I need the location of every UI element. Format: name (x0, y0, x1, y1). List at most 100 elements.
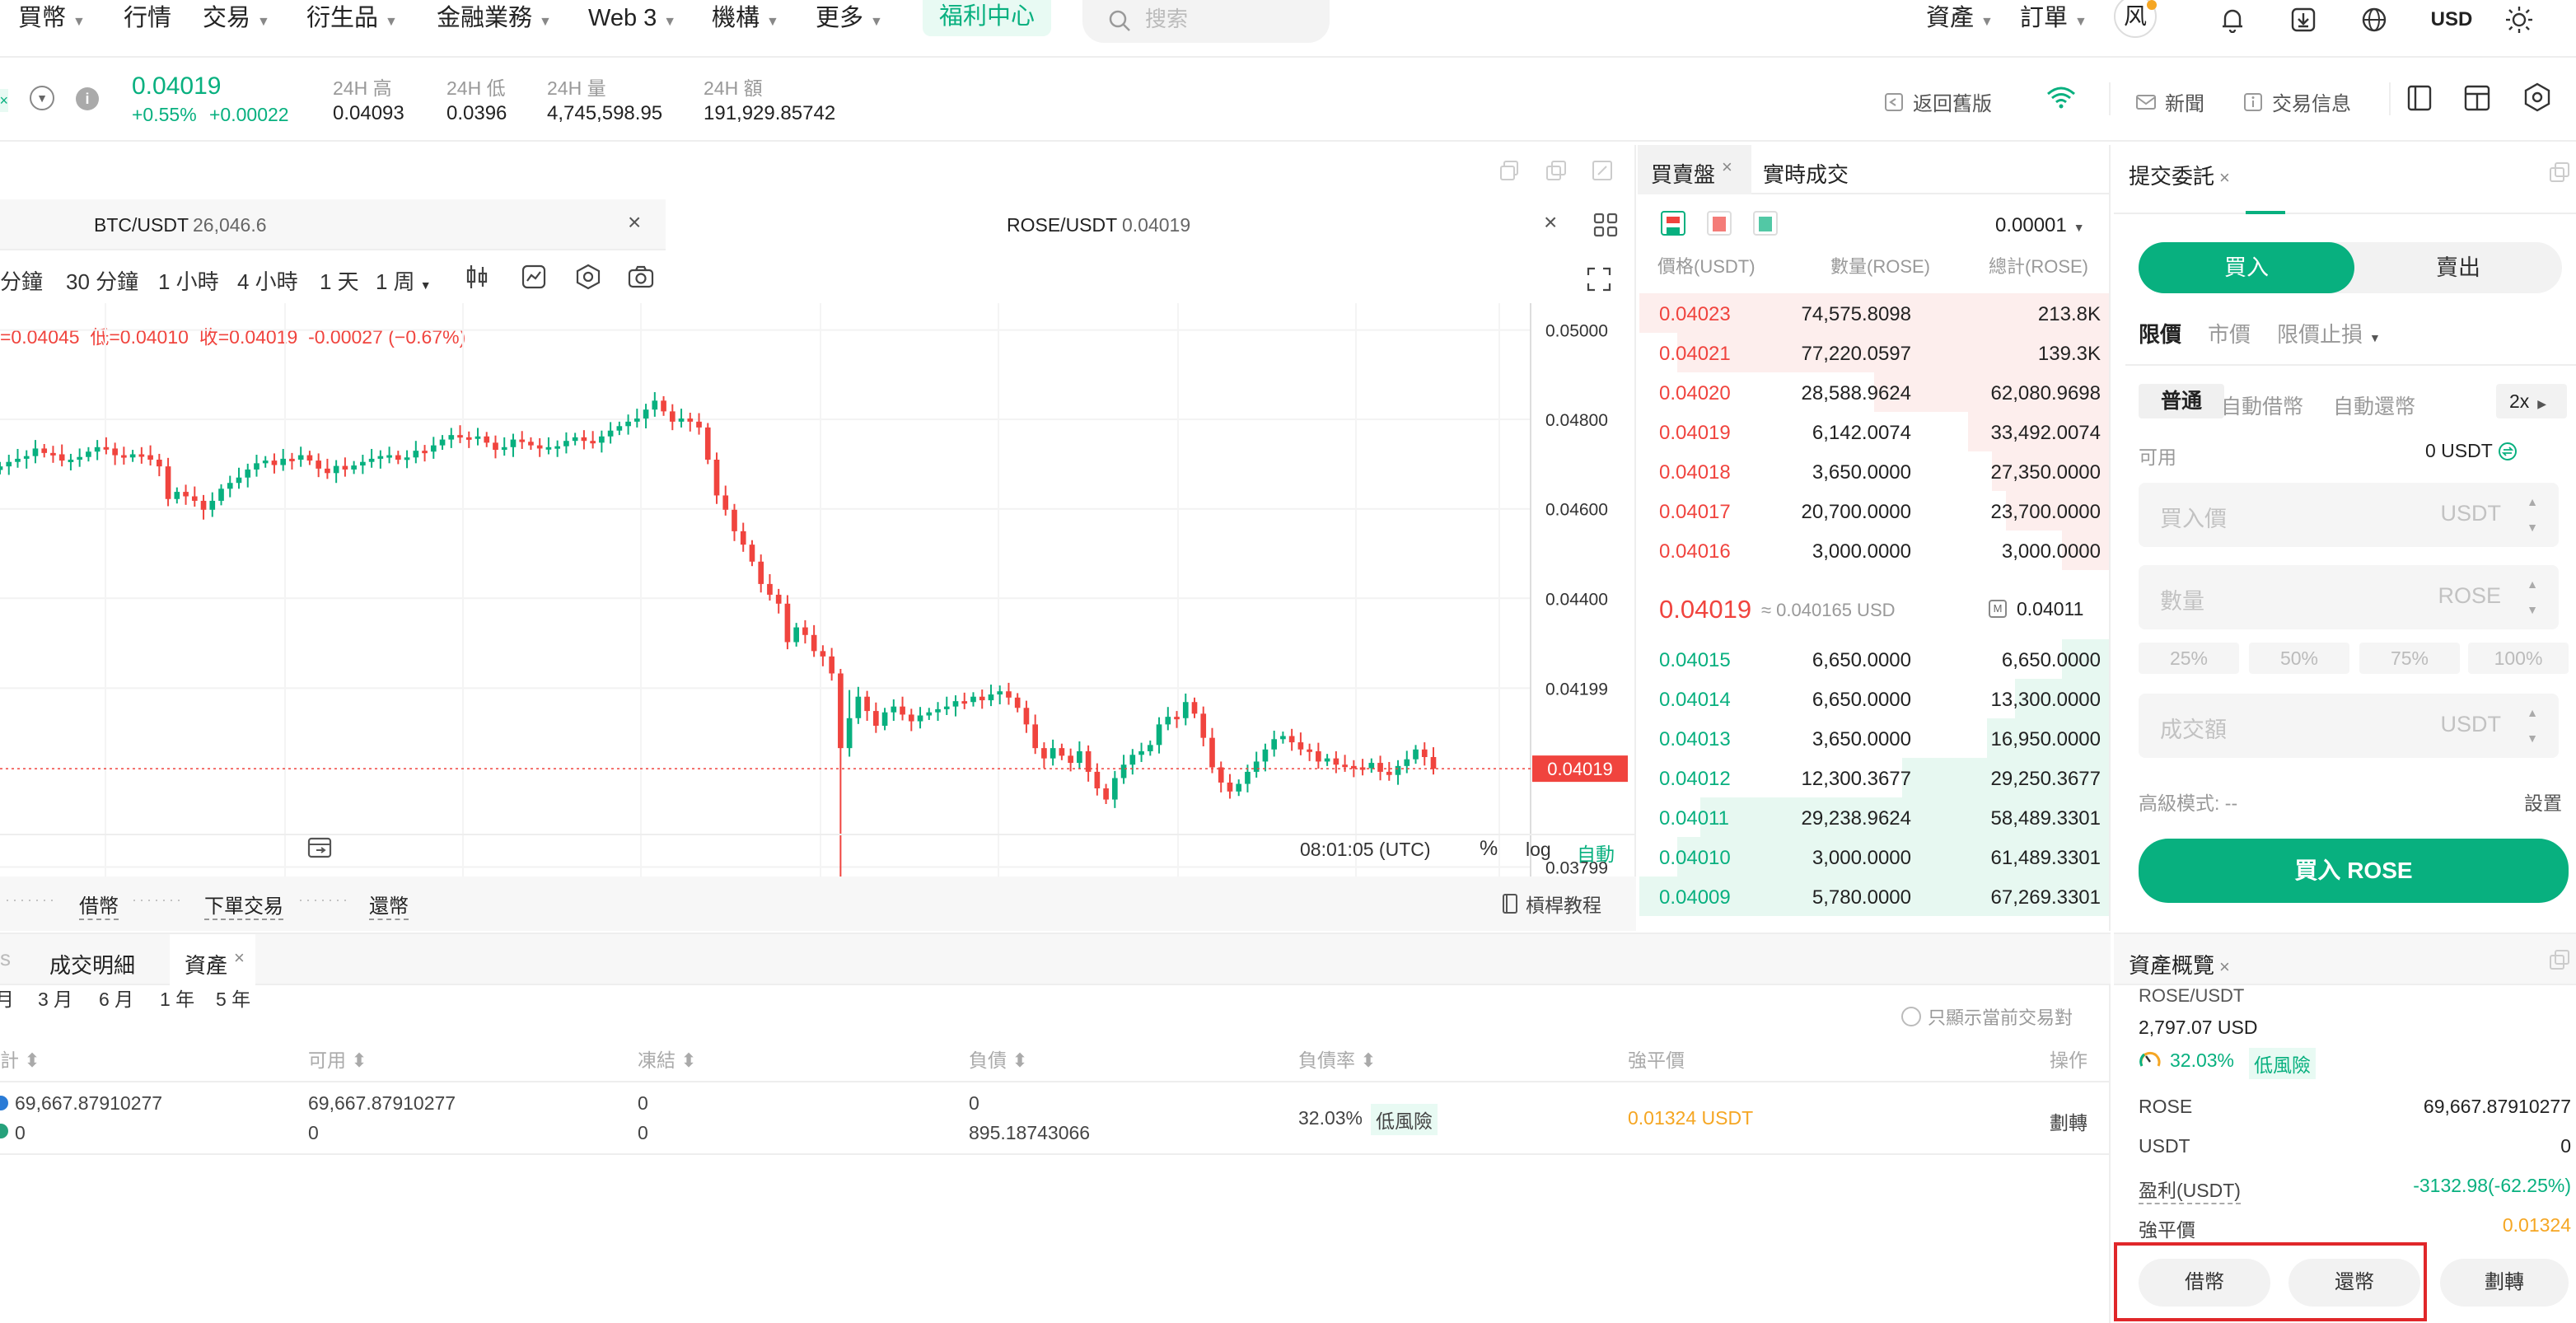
transfer-action-link[interactable]: 劃轉 (2050, 1107, 2087, 1135)
order-type-market[interactable]: 市價 (2208, 318, 2251, 348)
welfare-center-link[interactable]: 福利中心 (923, 0, 1052, 36)
nav-item-6[interactable]: 機構 ▼ (712, 0, 779, 40)
leverage-tutorial-link[interactable]: 槓桿教程 (1501, 890, 1601, 918)
nav-item-3[interactable]: 衍生品 ▼ (306, 0, 398, 40)
globe-icon[interactable] (2351, 0, 2397, 40)
orders-menu[interactable]: 訂單 ▼ (2020, 0, 2087, 40)
bid-row[interactable]: 0.04012 12,300.3677 29,250.3677 (1639, 758, 2109, 797)
view-both-icon[interactable] (1661, 211, 1685, 236)
interval-1h[interactable]: 1 小時 (158, 265, 219, 296)
ask-row[interactable]: 0.04016 3,000.0000 3,000.0000 (1639, 531, 2109, 570)
nav-item-1[interactable]: 行情 (124, 0, 171, 40)
ask-row[interactable]: 0.04019 6,142.0074 33,492.0074 (1639, 412, 2109, 451)
auto-toggle[interactable]: 自動 (1577, 839, 1615, 867)
buy-price-input[interactable]: 買入價 USDT ▲ ▼ (2139, 483, 2559, 547)
leverage-select[interactable]: 2x ▶ (2496, 384, 2567, 418)
col-debt-header[interactable]: 負債 ⬍ (969, 1045, 1028, 1073)
nav-item-0[interactable]: 買幣 ▼ (18, 0, 86, 40)
close-icon[interactable]: × (2219, 956, 2230, 977)
ask-row[interactable]: 0.04020 28,588.9624 62,080.9698 (1639, 372, 2109, 412)
sell-tab[interactable]: 賣出 (2354, 242, 2562, 293)
close-icon[interactable]: × (1544, 209, 1557, 236)
ask-row[interactable]: 0.04023 74,575.8098 213.8K (1639, 293, 2109, 333)
interval-4h-active[interactable]: 4 小時 (237, 265, 298, 296)
interval-1w[interactable]: 1 周 ▼ (376, 265, 432, 296)
nav-item-5[interactable]: Web 3 ▼ (588, 0, 676, 40)
bid-row[interactable]: 0.04009 5,780.0000 67,269.3301 (1639, 877, 2109, 916)
pct-50-button[interactable]: 50% (2249, 643, 2349, 674)
back-old-version-link[interactable]: 返回舊版 (1883, 87, 1992, 116)
ask-row[interactable]: 0.04018 3,650.0000 27,350.0000 (1639, 451, 2109, 491)
fullscreen-icon[interactable] (1587, 267, 1611, 292)
col-total-header[interactable]: 計 ⬍ (0, 1045, 40, 1073)
chart-tab-rose[interactable]: ROSE/USDT 0.04019 × (667, 199, 1583, 250)
bid-row[interactable]: 0.04014 6,650.0000 13,300.0000 (1639, 679, 2109, 718)
trade-info-link[interactable]: 交易信息 (2242, 87, 2351, 116)
news-link[interactable]: 新聞 (2135, 87, 2204, 116)
radio-icon[interactable] (1901, 1007, 1921, 1026)
stepper-icon[interactable]: ▲ ▼ (2518, 572, 2547, 623)
log-toggle[interactable]: log (1526, 839, 1551, 861)
nav-item-4[interactable]: 金融業務 ▼ (437, 0, 552, 40)
tab-recent-trades[interactable]: 實時成交 (1763, 158, 1849, 189)
layout-grid-icon[interactable] (2463, 84, 2491, 112)
currency-button[interactable]: USD (2422, 0, 2481, 40)
close-icon[interactable]: × (234, 947, 245, 969)
order-type-limit[interactable]: 限價 (2139, 318, 2181, 348)
mode-auto-repay[interactable]: 自動還幣 (2333, 390, 2415, 420)
mode-auto-borrow[interactable]: 自動借幣 (2221, 390, 2303, 420)
panel-popout-icon[interactable] (2549, 161, 2570, 183)
info-icon[interactable]: i (76, 87, 99, 110)
submit-buy-button[interactable]: 買入 ROSE (2139, 839, 2569, 903)
bid-row[interactable]: 0.04011 29,238.9624 58,489.3301 (1639, 797, 2109, 837)
transfer-circle-icon[interactable] (2498, 442, 2518, 461)
col-debt-ratio-header[interactable]: 負債率 ⬍ (1298, 1045, 1377, 1073)
only-current-pair-toggle[interactable]: 只顯示當前交易對 (1901, 1003, 2073, 1030)
settings-link[interactable]: 設置 (2524, 788, 2562, 816)
ask-row[interactable]: 0.04021 77,220.0597 139.3K (1639, 333, 2109, 372)
view-asks-icon[interactable] (1707, 211, 1732, 236)
calendar-range-icon[interactable] (306, 835, 334, 860)
quantity-input[interactable]: 數量 ROSE ▲ ▼ (2139, 565, 2559, 629)
chart-tab-btc[interactable]: BTC/USDT 26,046.6 × (0, 199, 666, 250)
download-icon[interactable] (2280, 0, 2326, 40)
view-bids-icon[interactable] (1753, 211, 1778, 236)
panel-popout-icon[interactable] (1592, 160, 1613, 181)
step-order[interactable]: 下單交易 (204, 890, 283, 920)
chart-settings-icon[interactable] (575, 264, 601, 290)
close-icon[interactable]: × (2219, 167, 2230, 188)
order-type-stop-limit[interactable]: 限價止損 ▼ (2277, 318, 2381, 348)
panel-popout-icon[interactable] (2549, 949, 2570, 970)
favorite-star-icon[interactable]: × (0, 89, 8, 112)
panel-copy-icon[interactable] (1499, 160, 1521, 181)
bid-row[interactable]: 0.04013 3,650.0000 16,950.0000 (1639, 718, 2109, 758)
close-icon[interactable]: × (628, 209, 641, 236)
close-icon[interactable]: × (1722, 157, 1732, 178)
pct-100-button[interactable]: 100% (2468, 643, 2569, 674)
tab-assets[interactable]: 資產 × (170, 934, 255, 985)
advanced-mode[interactable]: 高級模式: -- (2139, 788, 2237, 816)
buy-tab[interactable]: 買入 (2139, 242, 2354, 293)
mode-normal[interactable]: 普通 (2139, 384, 2224, 418)
assets-menu[interactable]: 資產 ▼ (1926, 0, 1994, 40)
interval-30m[interactable]: 30 分鐘 (66, 265, 138, 296)
camera-icon[interactable] (628, 265, 654, 288)
col-frozen-header[interactable]: 凍結 ⬍ (638, 1045, 697, 1073)
search-input[interactable]: 搜索 (1082, 0, 1330, 43)
bid-row[interactable]: 0.04010 3,000.0000 61,489.3301 (1639, 837, 2109, 877)
tab-orderbook[interactable]: 買賣盤 × (1638, 145, 1751, 194)
tab-trade-details[interactable]: 成交明細 (49, 949, 135, 979)
step-repay[interactable]: 還幣 (369, 890, 409, 920)
stepper-icon[interactable]: ▲ ▼ (2518, 489, 2547, 540)
settings-hexagon-icon[interactable] (2522, 82, 2552, 112)
stepper-icon[interactable]: ▲ ▼ (2518, 700, 2547, 751)
step-borrow[interactable]: 借幣 (79, 890, 119, 920)
precision-select[interactable]: 0.00001 ▼ (1995, 214, 2085, 237)
amount-input[interactable]: 成交額 USDT ▲ ▼ (2139, 694, 2559, 758)
pct-25-button[interactable]: 25% (2139, 643, 2239, 674)
grid-apps-icon[interactable] (1593, 213, 1618, 237)
bell-icon[interactable] (2209, 0, 2256, 40)
panel-duplicate-icon[interactable] (1545, 160, 1567, 181)
nav-item-2[interactable]: 交易 ▼ (203, 0, 270, 40)
ask-row[interactable]: 0.04017 20,700.0000 23,700.0000 (1639, 491, 2109, 531)
